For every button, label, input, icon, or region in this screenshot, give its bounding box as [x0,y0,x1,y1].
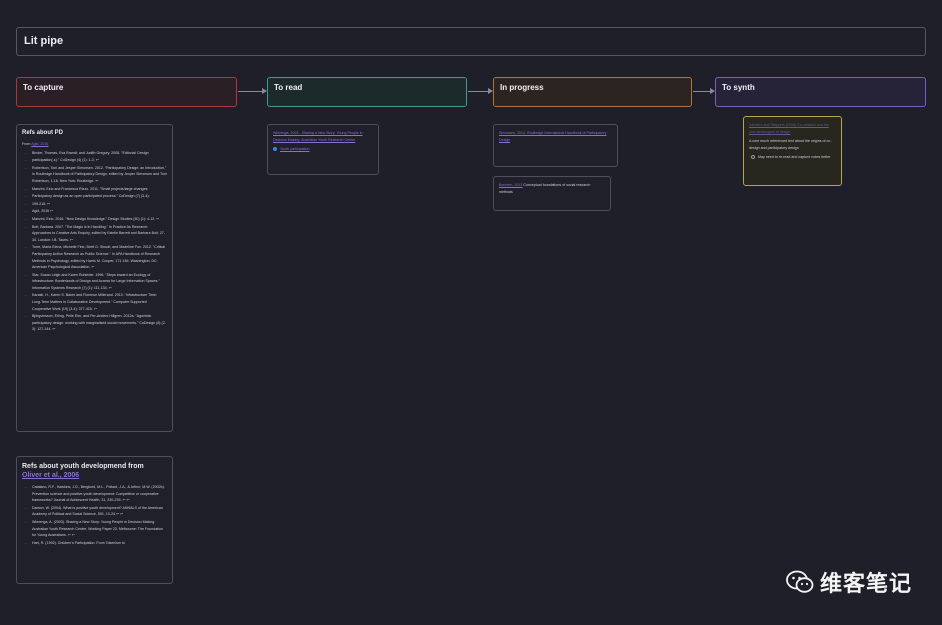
reference-item: Manzini, Ezio. 2016. "New Design Knowled… [22,216,167,223]
checklist-text: May need to re-read and capture notes be… [758,155,831,160]
card-in-progress-simonsen[interactable]: Simonsen, 2013, Routledge International … [493,124,618,167]
reference-item: Agid, 2016 ↩ [22,208,167,215]
card-link[interactable]: Wierenga, 2003 - Sharing a New Story: Yo… [273,130,373,143]
arrow-connector [468,88,493,94]
tag-label[interactable]: Youth participation [280,147,309,151]
card-link[interactable]: Sanders and Stappers (2008) Co-creation … [749,122,836,135]
card-source: From Agid, 2016 [22,141,167,148]
checkbox-icon[interactable] [751,155,755,160]
board-title: Lit pipe [24,35,64,47]
board-title-box[interactable]: Lit pipe [16,27,926,56]
reference-item: Björgvinsson, Erling, Pelle Ehn, and Per… [22,313,167,333]
wechat-icon [786,570,814,593]
card-link[interactable]: Simonsen, 2013, Routledge International … [499,130,612,143]
arrow-connector [238,88,267,94]
source-prefix: From [22,142,31,146]
tag-dot-icon [273,147,277,152]
title-link[interactable]: Oliver et al., 2006 [22,472,79,479]
reference-item: Hart, R. (1992). Children's Participatio… [22,540,167,547]
reference-item: participation(-s)." CoDesign (4) (1): 1-… [22,157,167,164]
column-header-to-capture[interactable]: To capture [16,77,237,107]
card-tag: Youth participation [273,146,373,153]
reference-item: Binder, Thomas, Eva Brandt, and Judith G… [22,150,167,157]
reference-list: Binder, Thomas, Eva Brandt, and Judith G… [22,150,167,333]
reference-item: Manzini, Ezio and Francesca Rizzo. 2011.… [22,186,167,193]
card-description: A core much referenced text about the or… [749,139,832,150]
card-to-read-wierenga[interactable]: Wierenga, 2003 - Sharing a New Story: Yo… [267,124,379,175]
reference-item: Catalano, R.F., Hawkins, J.D., Berglund,… [22,484,167,504]
column-label: In progress [500,83,544,92]
card-link[interactable]: Bonnem, 2013 [499,183,522,187]
reference-item: Karasti, H., Karen S. Baker and Florence… [22,292,167,312]
card-title: Refs about youth developmend from Oliver… [22,462,167,480]
column-header-to-read[interactable]: To read [267,77,467,107]
column-label: To capture [23,83,64,92]
column-header-to-synth[interactable]: To synth [715,77,926,107]
reference-list: Catalano, R.F., Hawkins, J.D., Berglund,… [22,484,167,546]
card-text: Bonnem, 2013 Conceptual foundations of s… [499,182,605,195]
column-label: To read [274,83,303,92]
reference-item: Robertson, Toni and Jesper Simonsen. 201… [22,165,167,185]
card-checklist-item[interactable]: May need to re-read and capture notes be… [749,154,836,161]
reference-item: Damon, W. (2004). What is positive youth… [22,505,167,518]
column-header-in-progress[interactable]: In progress [493,77,692,107]
reference-item: Bolt, Barbara. 2007. "The Magic is in Ha… [22,224,167,244]
watermark-text: 维客笔记 [820,571,913,596]
reference-item: Wierenga, A. (2003). Sharing a New Story… [22,519,167,539]
card-in-progress-bonnem[interactable]: Bonnem, 2013 Conceptual foundations of s… [493,176,611,211]
card-refs-about-youth-development[interactable]: Refs about youth developmend from Oliver… [16,456,173,584]
card-title: Refs about PD [22,130,64,136]
source-link[interactable]: Agid, 2016 [31,142,48,146]
reference-item: Torre, Maria Elena, Michelle Fine, Brett… [22,244,167,270]
card-to-synth-sanders[interactable]: Sanders and Stappers (2008) Co-creation … [743,116,842,186]
card-refs-about-pd[interactable]: Refs about PD From Agid, 2016 Binder, Th… [16,124,173,432]
reference-item: 199-215. ↩ [22,201,167,208]
reference-item: Star, Susan Leigh and Karen Ruhleder. 19… [22,272,167,292]
column-label: To synth [722,83,755,92]
watermark: 维客笔记 [786,566,912,598]
arrow-connector [693,88,715,94]
card-title-text: Refs about youth developmend from [22,463,144,470]
reference-item: Participatory design as an open particip… [22,193,167,200]
